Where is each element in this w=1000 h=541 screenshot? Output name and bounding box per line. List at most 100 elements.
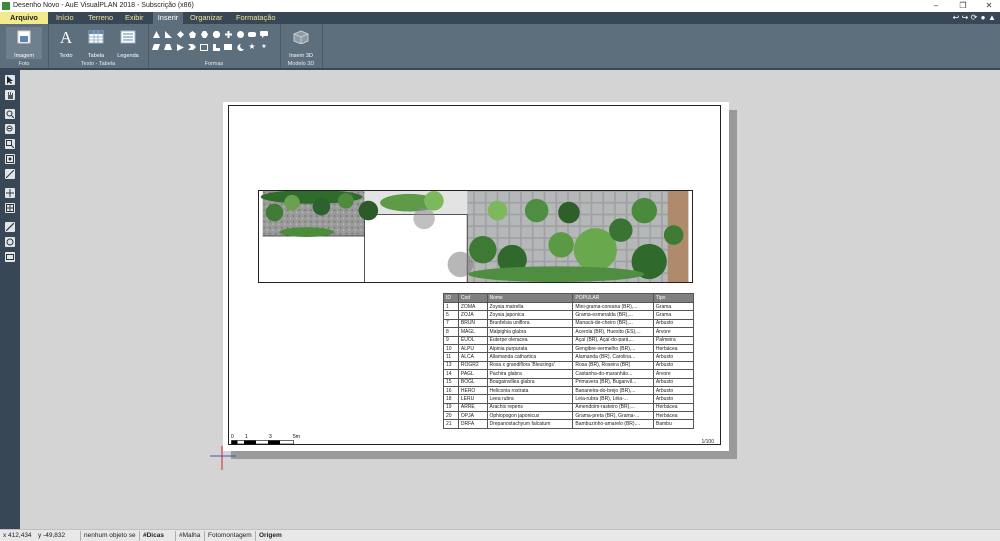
shape-moon-icon[interactable] [236, 43, 244, 51]
draw-circle-icon[interactable] [5, 237, 15, 247]
cell-popular: Alamanda (BR), Carolina... [572, 352, 654, 362]
cell-popular: Acerola (BR), Huesito (ES),... [572, 327, 654, 337]
draw-line-icon[interactable] [5, 222, 15, 232]
cell-cod: ALCA [457, 352, 488, 362]
select-pointer-icon[interactable] [5, 75, 15, 85]
cell-cod: ARRE [457, 402, 488, 413]
modelo-3d-group-label: Modelo 3D [287, 61, 315, 67]
cell-tipo: Arbusto [652, 385, 695, 396]
zoom-in-icon[interactable] [5, 109, 15, 119]
cell-nome: Rosa x grandiflora 'Blessings' [486, 360, 574, 371]
text-icon: A [59, 28, 73, 47]
close-button[interactable]: ✕ [978, 0, 1000, 12]
ribbon-group-formas: ★ ★ Formas [148, 24, 281, 68]
cell-nome: Brunfelsia uniflora [486, 318, 574, 329]
col-header-nome: Nome [486, 293, 574, 303]
shape-cross-icon[interactable] [224, 30, 232, 38]
shape-trapezoid-icon[interactable] [164, 43, 172, 51]
ribbon-group-foto: Imagem Foto [0, 24, 49, 68]
shape-circle-icon[interactable] [236, 30, 244, 38]
inserir-3d-button[interactable]: Inserir 3D [285, 27, 317, 59]
cell-id: 1 [443, 301, 459, 312]
move-icon[interactable] [5, 188, 15, 198]
cell-cod: BRUN [457, 318, 488, 329]
cell-cod: ZOJA [457, 310, 488, 320]
shape-octagon-icon[interactable] [212, 30, 220, 38]
shape-rectangle-icon[interactable] [224, 43, 232, 51]
scale-bar-graphic [231, 440, 294, 445]
table-row: 16 HERO Heliconia rostrata Bananeira-do-bre… [443, 385, 695, 396]
shape-l-shape-icon[interactable] [212, 43, 220, 51]
shape-rounded-rect-icon[interactable] [248, 30, 256, 38]
cell-nome: Ophiopogon japonicus [486, 411, 574, 421]
cell-cod: HERO [457, 385, 488, 396]
zoom-out-icon[interactable] [5, 124, 15, 134]
shape-triangle-icon[interactable] [152, 30, 160, 38]
table-row: 7 BRUN Brunfelsia uniflora Manacá-de-cheiro… [443, 318, 695, 329]
drawing-canvas[interactable]: ID Cod Nome POPULAR Tipo 1 ZOMA Zoysia mat… [20, 70, 1000, 529]
cell-nome: Leea rubra [486, 394, 574, 404]
shape-chevron-icon[interactable] [188, 43, 196, 51]
undo-icon[interactable]: ↩ [952, 13, 960, 23]
cell-cod: OPJA [457, 411, 488, 421]
col-header-id: ID [443, 293, 459, 303]
legend-icon [120, 30, 136, 44]
grid-icon[interactable] [5, 203, 15, 213]
table-row: 18 LERU Leea rubra Léia-rubra (BR), Léia-..… [443, 394, 695, 404]
draw-rectangle-icon[interactable] [5, 252, 15, 262]
shape-diamond-icon[interactable] [176, 30, 184, 38]
restore-button[interactable]: ❐ [952, 0, 974, 12]
foto-group-label: Foto [18, 61, 30, 67]
shape-parallelogram-icon[interactable] [152, 43, 160, 51]
menu-arquivo[interactable]: Arquivo [0, 12, 48, 24]
table-row: 20 OPJA Ophiopogon japonicus Grama-preta (B… [443, 411, 695, 421]
cell-tipo: Árvore [652, 327, 695, 337]
texto-button[interactable]: A Texto [54, 27, 78, 59]
col-header-popular: POPULAR [572, 293, 654, 303]
menu-inicio[interactable]: Início [56, 12, 74, 24]
table-row: 5 ZOJA Zoysia japonica Grama-esmeralda (BR)… [443, 310, 695, 320]
expand-icon[interactable]: ▲ [988, 13, 996, 23]
zoom-extents-icon[interactable] [5, 154, 15, 164]
shape-arrow-right-icon[interactable] [176, 43, 184, 51]
refresh-icon[interactable]: ⟳ [970, 13, 978, 23]
menu-organizar[interactable]: Organizar [190, 12, 222, 24]
cell-cod: LERU [457, 394, 488, 404]
measure-icon[interactable] [5, 169, 15, 179]
table-row: 13 ROGR2 Rosa x grandiflora 'Blessings' Ros… [443, 360, 695, 371]
shape-star-icon[interactable]: ★ [248, 43, 256, 51]
table-row: 8 MAGL Malpighia glabra Acerola (BR), Huesi… [443, 327, 695, 337]
plant-table: ID Cod Nome POPULAR Tipo 1 ZOMA Zoysia mat… [443, 293, 695, 429]
menu-formatacao[interactable]: Formatação [236, 12, 275, 24]
table-row: 11 ALCA Allamanda cathartica Alamanda (BR),… [443, 352, 695, 362]
ribbon: Imagem Foto A Texto Tabela Legenda Texto… [0, 24, 1000, 68]
landscape-plan[interactable] [258, 190, 693, 283]
cell-id: 7 [443, 318, 459, 329]
imagem-button[interactable]: Imagem [6, 27, 42, 59]
minimize-button[interactable]: – [925, 0, 947, 12]
menu-inserir[interactable]: Inserir [153, 12, 183, 24]
menu-terreno[interactable]: Terreno [88, 12, 113, 24]
shape-hexagon-icon[interactable] [200, 30, 208, 38]
cell-popular: Bananeira-do-brejo (BR),... [572, 385, 654, 396]
cell-tipo: Arbusto [652, 360, 695, 371]
legenda-button[interactable]: Legenda [114, 27, 142, 59]
zoom-window-icon[interactable] [5, 139, 15, 149]
cell-id: 9 [443, 335, 459, 345]
shape-frame-icon[interactable] [200, 43, 208, 51]
cell-tipo: Arbusto [652, 394, 695, 404]
cell-id: 11 [443, 352, 459, 362]
tabela-button[interactable]: Tabela [84, 27, 108, 59]
shape-star-small-icon[interactable]: ★ [260, 43, 268, 51]
cell-popular: Grama-preta (BR), Grama-... [572, 411, 654, 421]
shape-right-triangle-icon[interactable] [164, 30, 172, 38]
redo-icon[interactable]: ↪ [961, 13, 969, 23]
help-icon[interactable]: ● [979, 13, 987, 23]
pan-hand-icon[interactable] [5, 90, 15, 100]
table-row: 19 ARRE Arachis repens Amendoim-rasteiro (B… [443, 402, 695, 413]
scale-bar: 0 1 3 5m [231, 434, 301, 445]
shape-pentagon-icon[interactable] [188, 30, 196, 38]
shape-callout-icon[interactable] [260, 30, 268, 38]
menu-exibir[interactable]: Exibir [125, 12, 143, 24]
cell-id: 16 [443, 385, 459, 396]
